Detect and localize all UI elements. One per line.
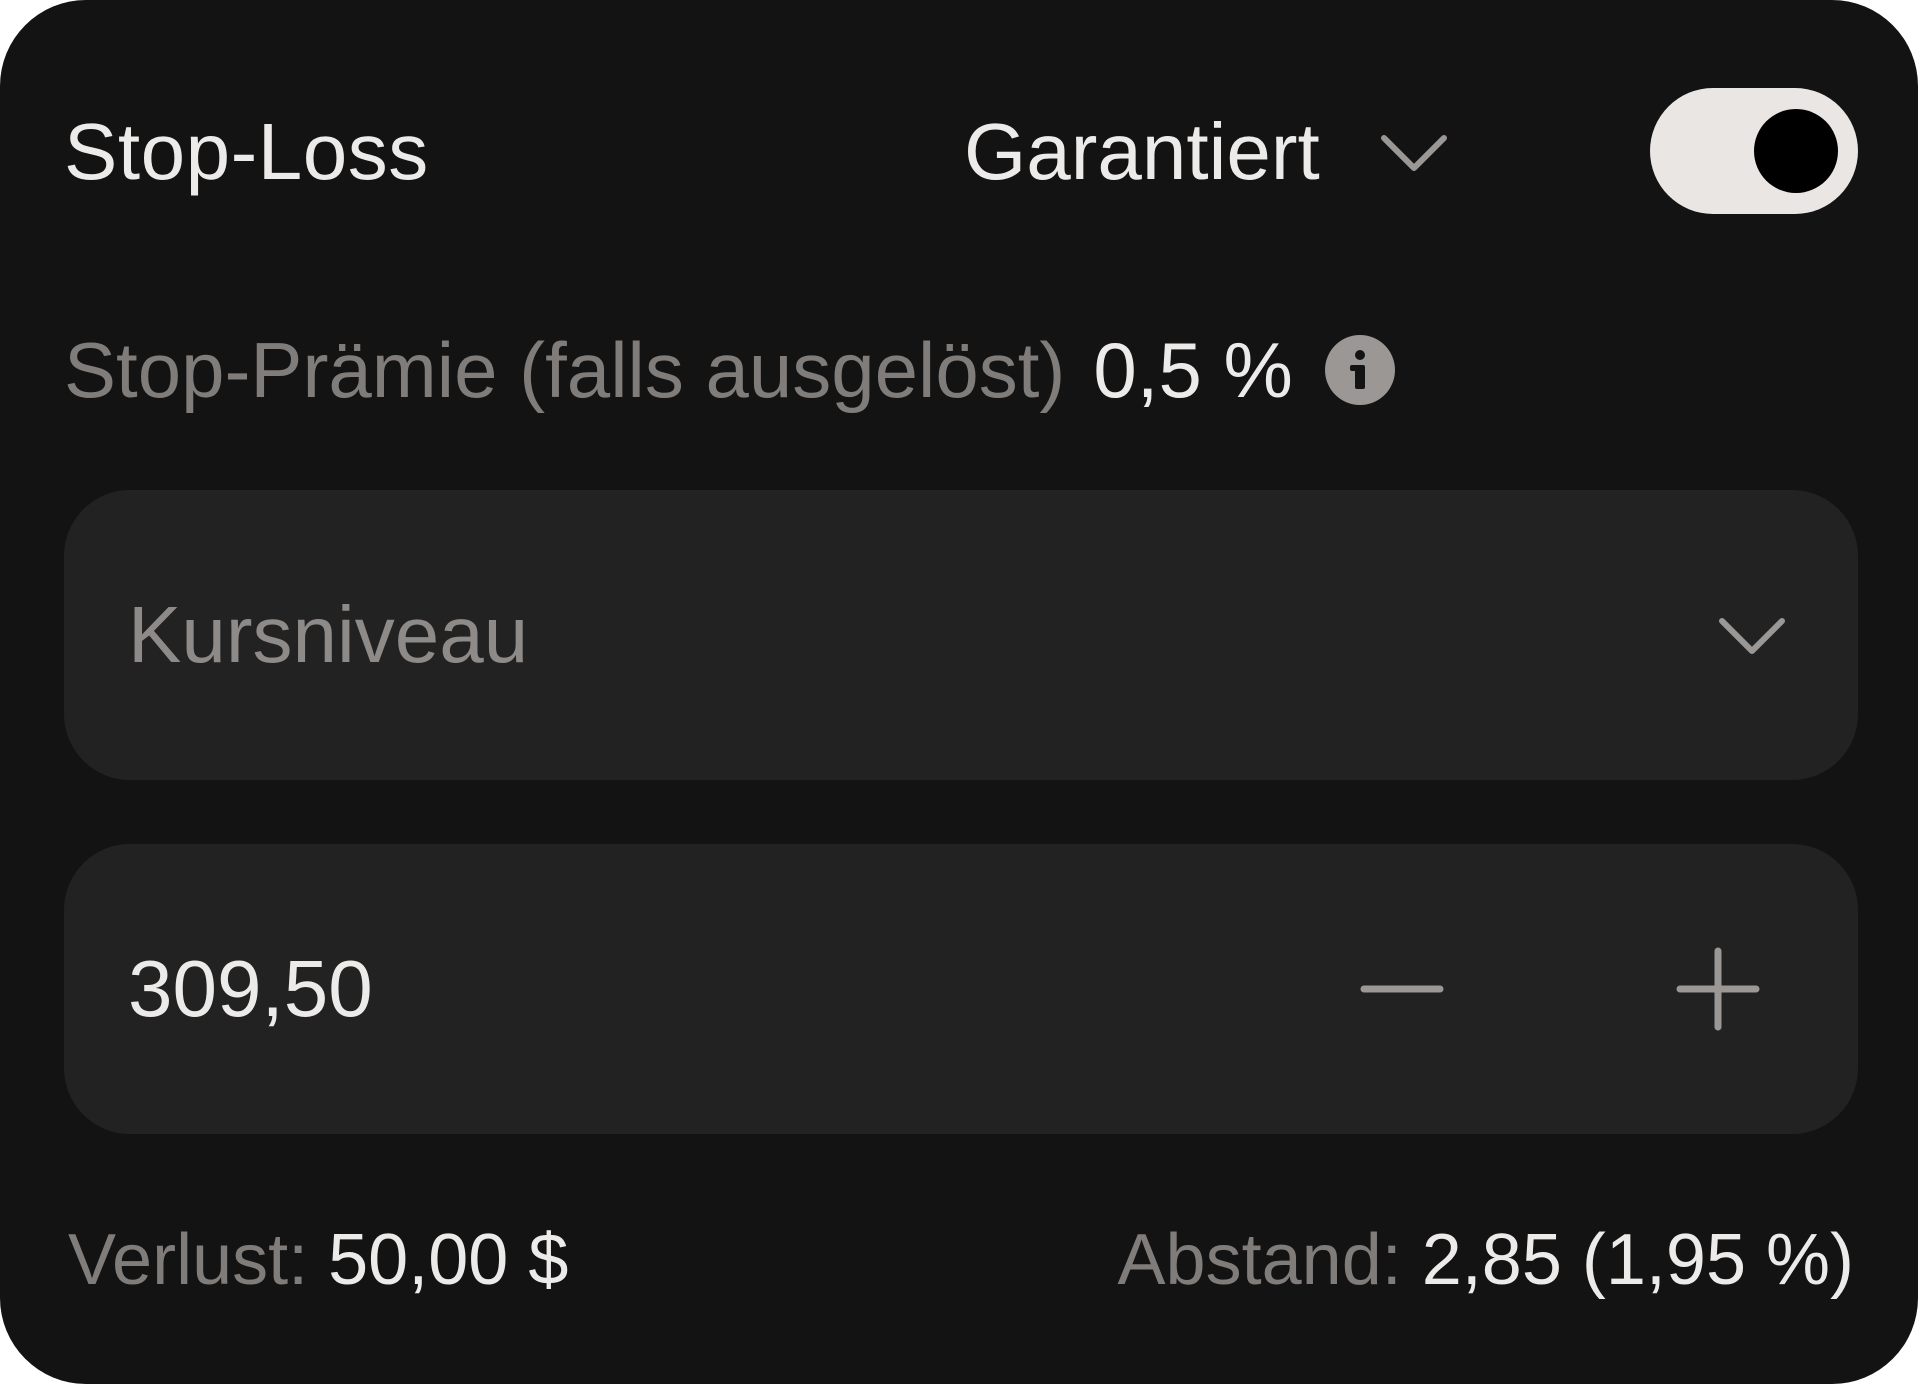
chevron-down-icon xyxy=(1380,135,1447,171)
minus-icon xyxy=(1360,985,1444,993)
chevron-down-icon xyxy=(1719,618,1785,654)
chevron-wrap xyxy=(1716,599,1788,671)
stop-type-selected-label: Garantiert xyxy=(964,107,1320,196)
distance-label: Abstand: xyxy=(1117,1220,1402,1300)
distance-value: 2,85 (1,95 %) xyxy=(1421,1220,1854,1300)
decrement-button[interactable] xyxy=(1358,945,1446,1033)
info-icon[interactable] xyxy=(1324,335,1395,405)
distance-summary: Abstand: 2,85 (1,95 %) xyxy=(1118,1214,1854,1306)
stop-premium-value: 0,5 % xyxy=(1093,326,1293,414)
loss-label: Verlust: xyxy=(68,1220,309,1300)
plus-icon xyxy=(1676,947,1760,1031)
loss-summary: Verlust: 50,00 $ xyxy=(68,1214,568,1306)
increment-button[interactable] xyxy=(1674,945,1762,1033)
stop-type-dropdown[interactable]: Garantiert xyxy=(964,104,1450,200)
loss-value: 50,00 $ xyxy=(328,1220,569,1300)
stop-premium-row: Stop-Prämie (falls ausgelöst) 0,5 % xyxy=(64,322,1395,418)
stop-loss-title: Stop-Loss xyxy=(64,107,429,196)
stop-loss-panel: Stop-Loss Garantiert Stop-Prämie (falls … xyxy=(0,0,1918,1384)
price-level-placeholder: Kursniveau xyxy=(128,590,529,679)
price-level-dropdown[interactable]: Kursniveau xyxy=(64,490,1858,780)
stop-price-field xyxy=(64,844,1858,1134)
stop-price-input[interactable] xyxy=(128,943,1228,1035)
stop-premium-label: Stop-Prämie (falls ausgelöst) xyxy=(64,326,1066,414)
stop-loss-toggle[interactable] xyxy=(1650,88,1858,214)
toggle-knob xyxy=(1754,109,1838,193)
